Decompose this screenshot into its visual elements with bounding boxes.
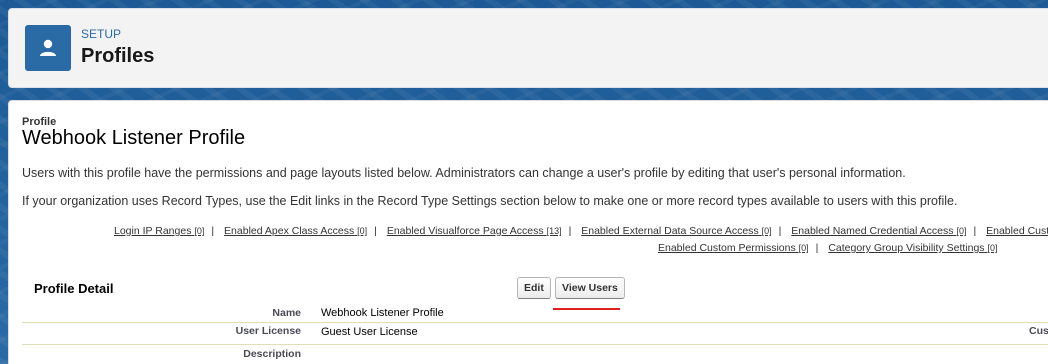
profile-name-heading: Webhook Listener Profile [22, 127, 246, 149]
link-visualforce-page-access[interactable]: Enabled Visualforce Page Access [13] [387, 225, 562, 237]
field-label-description: Description [243, 348, 301, 360]
field-label-name: Name [272, 307, 301, 319]
setup-label: SETUP [81, 27, 122, 41]
profile-content: Profile Webhook Listener Profile Users w… [8, 100, 1048, 364]
link-enabled-custom[interactable]: Enabled Custom [986, 225, 1048, 237]
row-divider [22, 344, 1048, 345]
field-label-user-license: User License [235, 325, 301, 337]
link-named-credential-access[interactable]: Enabled Named Credential Access [0] [791, 225, 966, 237]
user-icon [25, 25, 71, 71]
profile-detail-title: Profile Detail [34, 281, 114, 296]
related-links-row-1: Login IP Ranges [0] | Enabled Apex Class … [114, 225, 1048, 237]
edit-button[interactable]: Edit [517, 277, 551, 299]
page-title: Profiles [81, 45, 155, 67]
link-category-group-visibility[interactable]: Category Group Visibility Settings [0] [828, 242, 997, 254]
view-users-button[interactable]: View Users [555, 277, 625, 299]
row-divider [22, 322, 1048, 323]
link-apex-class-access[interactable]: Enabled Apex Class Access [0] [224, 225, 367, 237]
page-header: SETUP Profiles [8, 8, 1048, 88]
link-login-ip-ranges[interactable]: Login IP Ranges [0] [114, 225, 204, 237]
field-label-cut: Cus [1029, 325, 1048, 337]
field-value-user-license: Guest User License [321, 326, 418, 338]
highlight-underline [553, 308, 620, 310]
profile-description-2: If your organization uses Record Types, … [22, 194, 958, 208]
profile-description-1: Users with this profile have the permiss… [22, 166, 906, 180]
link-external-data-source-access[interactable]: Enabled External Data Source Access [0] [581, 225, 771, 237]
related-links-row-2: Enabled Custom Permissions [0] | Category… [658, 242, 998, 254]
field-value-name: Webhook Listener Profile [321, 307, 444, 319]
link-custom-permissions[interactable]: Enabled Custom Permissions [0] [658, 242, 809, 254]
